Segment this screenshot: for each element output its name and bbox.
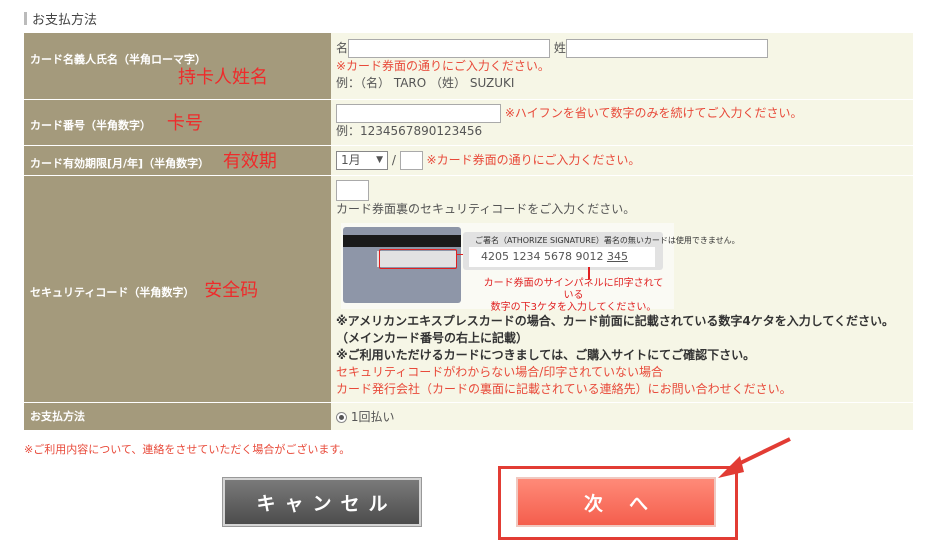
expiry-month-value: 1月 — [341, 152, 361, 167]
cancel-button[interactable]: キャンセル — [223, 478, 421, 526]
expiry-year-input[interactable] — [399, 150, 423, 170]
card-number-hint: ※ハイフンを省いて数字のみを続けてご入力ください。 — [504, 106, 803, 120]
diagram-caption-line2: 数字の下3ケタを入力してください。 — [490, 301, 657, 313]
panel-card-number: 4205 1234 5678 9012 — [481, 249, 604, 263]
security-code-input[interactable] — [336, 179, 369, 201]
payment-method-value-cell: 1回払い — [331, 402, 913, 431]
payment-method-label-cell: お支払方法 — [24, 402, 331, 431]
section-title-text: お支払方法 — [32, 13, 98, 28]
installment-radio[interactable] — [336, 411, 347, 423]
card-expiry-value-cell: 1月 ▼ / ※カード券面の通りにご入力ください。 — [331, 145, 913, 176]
cardholder-name-value-cell: 名 姓 ※カード券面の通りにご入力ください。 例：（名） TARO （姓） SU… — [331, 33, 913, 100]
expiry-separator: / — [391, 152, 396, 167]
magnetic-stripe — [343, 234, 461, 247]
section-title: お支払方法 — [24, 9, 97, 28]
card-availability-note: ※ご利用いただけるカードにつきましては、ご購入サイトにてご確認下さい。 — [336, 347, 756, 362]
card-number-example: 例：1234567890123456 — [336, 124, 483, 138]
signature-panel-caption: ご署名（ATHORIZE SIGNATURE）署名の無いカードは使用できません。 — [475, 235, 740, 245]
pointer-arrow-icon — [718, 437, 791, 478]
payment-method-label: お支払方法 — [30, 410, 85, 423]
section-title-bar — [24, 12, 27, 25]
security-code-label: セキュリティコード（半角数字） — [30, 285, 195, 299]
cardholder-name-annotation: 持卡人姓名 — [178, 66, 268, 88]
next-button[interactable]: 次へ — [516, 477, 716, 527]
card-expiry-hint: ※カード券面の通りにご入力ください。 — [426, 152, 641, 167]
card-expiry-label: カード有効期限[月/年]（半角数字） — [30, 157, 210, 170]
contact-notice: ※ご利用内容について、連絡をさせていただく場合がございます。 — [24, 443, 351, 456]
first-name-input[interactable] — [348, 39, 551, 59]
expiry-month-select[interactable]: 1月 ▼ — [336, 150, 388, 170]
card-back-illustration — [343, 226, 461, 303]
security-code-diagram: ご署名（ATHORIZE SIGNATURE）署名の無いカードは使用できません。… — [341, 222, 740, 313]
cardholder-name-example: 例：（名） TARO （姓） SUZUKI — [336, 76, 515, 91]
radio-dot-icon — [339, 414, 344, 420]
diagram-caption: カード券面のサインパネルに印字されている 数字の下3ケタを入力してください。 — [481, 278, 666, 314]
amex-note: ※アメリカンエキスプレスカードの場合、カード前面に記載されている数字4ケタを入力… — [336, 313, 894, 328]
cardholder-name-hint: ※カード券面の通りにご入力ください。 — [336, 59, 550, 74]
signature-highlight — [379, 248, 457, 269]
card-number-label-cell: カード番号（半角数字） 卡号 — [24, 99, 331, 146]
security-code-value-cell: カード券面裏のセキュリティコードをご入力ください。 ご署名（ATHORIZE S… — [331, 175, 913, 403]
first-name-label: 名 — [336, 41, 349, 56]
security-code-instruction: カード券面裏のセキュリティコードをご入力ください。 — [336, 201, 636, 216]
last-name-input[interactable] — [565, 39, 768, 59]
arrow-head — [718, 456, 744, 478]
payment-form: カード名義人氏名（半角ローマ字） 持卡人姓名 名 姓 ※カード券面の通りにご入力… — [24, 33, 913, 431]
installment-label: 1回払い — [350, 409, 395, 424]
last-name-label: 姓 — [553, 41, 566, 56]
card-number-input[interactable] — [336, 104, 501, 123]
security-code-label-cell: セキュリティコード（半角数字） 安全码 — [24, 175, 331, 403]
row-card-expiry: カード有効期限[月/年]（半角数字） 有效期 1月 ▼ / ※カード券面の通りに… — [24, 145, 913, 176]
card-expiry-annotation: 有效期 — [222, 151, 277, 172]
chevron-down-icon: ▼ — [376, 154, 383, 165]
issuer-contact-note: カード発行会社（カードの裏面に記載されている連絡先）にお問い合わせください。 — [336, 381, 792, 396]
signature-panel-number: 4205 1234 5678 9012 345 — [469, 246, 655, 267]
card-number-label: カード番号（半角数字） — [30, 119, 151, 132]
security-code-annotation: 安全码 — [204, 279, 259, 301]
row-cardholder-name: カード名義人氏名（半角ローマ字） 持卡人姓名 名 姓 ※カード券面の通りにご入力… — [24, 33, 913, 100]
card-number-annotation: 卡号 — [166, 113, 203, 134]
row-security-code: セキュリティコード（半角数字） 安全码 カード券面裏のセキュリティコードをご入力… — [24, 175, 913, 403]
card-expiry-label-cell: カード有効期限[月/年]（半角数字） 有效期 — [24, 145, 331, 176]
unknown-code-note: セキュリティコードがわからない場合/印字されていない場合 — [336, 364, 663, 379]
row-card-number: カード番号（半角数字） 卡号 ※ハイフンを省いて数字のみを続けてご入力ください。… — [24, 99, 913, 146]
row-payment-method: お支払方法 1回払い — [24, 402, 913, 431]
cardholder-name-label-cell: カード名義人氏名（半角ローマ字） 持卡人姓名 — [24, 33, 331, 100]
panel-security-code: 345 — [606, 249, 628, 263]
diagram-caption-line1: カード券面のサインパネルに印字されている — [483, 277, 664, 301]
card-number-value-cell: ※ハイフンを省いて数字のみを続けてご入力ください。 例：123456789012… — [331, 99, 913, 146]
amex-note-detail: （メインカード番号の右上に記載） — [336, 330, 529, 345]
